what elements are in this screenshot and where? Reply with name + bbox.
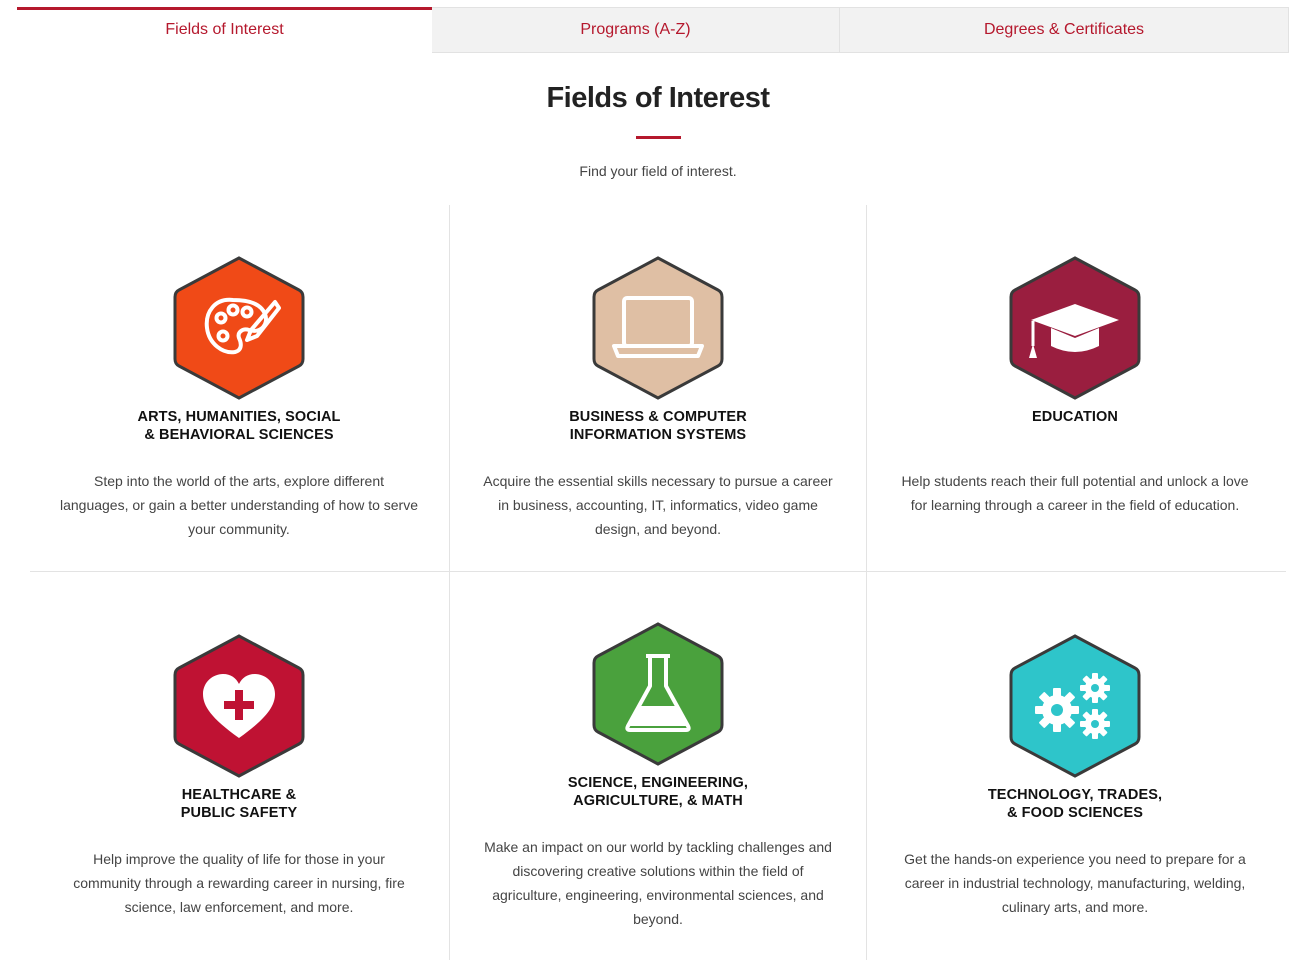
heart-cross-icon [173, 634, 305, 778]
field-card-technology[interactable]: TECHNOLOGY, TRADES, & FOOD SCIENCES Get t… [866, 632, 1284, 919]
field-card-description: Make an impact on our world by tackling … [484, 839, 832, 927]
gears-icon [1009, 634, 1141, 778]
field-card-title: PUBLIC SAFETY [180, 805, 298, 821]
field-card-education[interactable]: EDUCATION Help students reach their full… [866, 254, 1284, 517]
field-card-description: Help students reach their full potential… [901, 473, 1249, 513]
tab-bar: Fields of Interest Programs (A-Z) Degree… [17, 7, 1289, 53]
field-card-title: & FOOD SCIENCES [1006, 805, 1144, 821]
field-card-description: Help improve the quality of life for tho… [73, 851, 405, 915]
tab-programs-a-z[interactable]: Programs (A-Z) [432, 7, 840, 53]
field-card-description: Get the hands-on experience you need to … [904, 851, 1246, 915]
tab-degrees-certificates[interactable]: Degrees & Certificates [840, 7, 1289, 53]
field-card-description: Acquire the essential skills necessary t… [483, 473, 833, 537]
field-card-arts[interactable]: ARTS, HUMANITIES, SOCIAL & BEHAVIORAL SCI… [30, 254, 448, 541]
field-card-title: SCIENCE, ENGINEERING, [567, 775, 749, 791]
field-card-title: & BEHAVIORAL SCIENCES [144, 427, 334, 443]
title-underline [636, 136, 681, 139]
page-subtitle: Find your field of interest. [579, 163, 737, 179]
field-card-business[interactable]: BUSINESS & COMPUTER INFORMATION SYSTEMS A… [449, 254, 867, 541]
grid-divider [30, 571, 1286, 572]
page-title: Fields of Interest [546, 82, 770, 114]
field-card-title: BUSINESS & COMPUTER [569, 409, 747, 425]
field-card-title: INFORMATION SYSTEMS [569, 427, 747, 443]
field-card-title: AGRICULTURE, & MATH [573, 793, 743, 809]
field-card-science[interactable]: SCIENCE, ENGINEERING, AGRICULTURE, & MATH… [449, 620, 867, 931]
flask-icon [592, 622, 724, 766]
tab-fields-of-interest[interactable]: Fields of Interest [17, 7, 432, 53]
palette-icon [173, 256, 305, 400]
field-card-healthcare[interactable]: HEALTHCARE & PUBLIC SAFETY Help improve t… [30, 632, 448, 919]
field-card-title: HEALTHCARE & [181, 787, 297, 803]
field-card-title: TECHNOLOGY, TRADES, [987, 787, 1163, 803]
field-card-title: ARTS, HUMANITIES, SOCIAL [137, 409, 341, 425]
field-card-title: EDUCATION [1031, 409, 1119, 425]
laptop-icon [592, 256, 724, 400]
graduation-cap-icon [1009, 256, 1141, 400]
field-card-description: Step into the world of the arts, explore… [59, 473, 419, 537]
